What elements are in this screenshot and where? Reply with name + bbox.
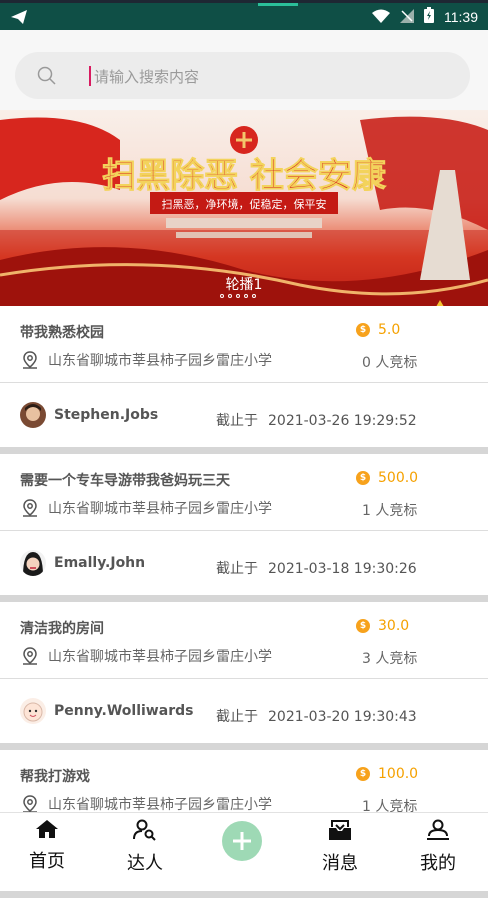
avatar [20,402,46,428]
task-card[interactable]: 清洁我的房间 $ 30.0 山东省聊城市莘县柿子园乡雷庄小学 3 人竞标 Pen… [0,602,488,750]
task-card[interactable]: 带我熟悉校园 $ 5.0 山东省聊城市莘县柿子园乡雷庄小学 0 人竞标 Step… [0,306,488,454]
tab-label: 首页 [29,851,65,872]
tab-mine[interactable]: 我的 [408,819,468,875]
bidder-count: 1 人竞标 [362,503,418,519]
message-inbox-icon [329,820,351,840]
coin-icon: $ [356,619,370,633]
location-pin-icon [23,499,37,517]
task-reward: $ 5.0 [356,322,400,338]
status-notch [258,3,298,6]
task-list: 带我熟悉校园 $ 5.0 山东省聊城市莘县柿子园乡雷庄小学 0 人竞标 Step… [0,306,488,898]
deadline-label: 截止于 [216,709,258,725]
task-card[interactable]: 需要一个专车导游带我爸妈玩三天 $ 500.0 山东省聊城市莘县柿子园乡雷庄小学… [0,454,488,602]
search-box[interactable] [15,52,470,99]
search-bar [0,30,488,110]
coin-icon: $ [356,767,370,781]
wifi-icon [372,8,390,27]
tab-experts[interactable]: 达人 [115,819,175,875]
tab-label: 达人 [127,853,163,874]
avatar [20,698,46,724]
location-pin-icon [23,795,37,813]
user-name: Stephen.Jobs [54,407,159,423]
task-reward: $ 100.0 [356,766,418,782]
task-reward: $ 500.0 [356,470,418,486]
search-icon [37,66,57,90]
card-divider [0,530,488,531]
battery-icon [424,7,434,27]
reward-value: 500.0 [378,470,419,486]
task-title: 需要一个专车导游带我爸妈玩三天 [20,473,230,489]
location-text: 山东省聊城市莘县柿子园乡雷庄小学 [48,649,272,665]
tab-label: 我的 [420,853,456,874]
deadline-value: 2021-03-20 19:30:43 [268,709,417,725]
card-divider [0,382,488,383]
send-icon [10,9,28,29]
deadline-label: 截止于 [216,413,258,429]
coin-icon: $ [356,471,370,485]
user-name: Emally.John [54,555,146,571]
signal-icon [400,8,414,27]
carousel-indicator [220,294,256,298]
tab-messages[interactable]: 消息 [310,819,370,875]
task-deadline: 截止于 2021-03-18 19:30:26 [216,558,417,578]
location-text: 山东省聊城市莘县柿子园乡雷庄小学 [48,501,272,517]
task-location: 山东省聊城市莘县柿子园乡雷庄小学 [22,498,272,518]
reward-value: 30.0 [378,618,410,634]
tab-label: 消息 [322,853,358,874]
deadline-value: 2021-03-18 19:30:26 [268,561,417,577]
task-title: 帮我打游戏 [20,769,90,785]
indicator-dot [220,294,224,298]
task-location: 山东省聊城市莘县柿子园乡雷庄小学 [22,794,272,814]
task-deadline: 截止于 2021-03-20 19:30:43 [216,706,417,726]
task-title: 带我熟悉校园 [20,325,104,341]
task-deadline: 截止于 2021-03-26 19:29:52 [216,410,417,430]
card-divider [0,678,488,679]
plus-icon [233,832,251,850]
user-name: Penny.Wolliwards [54,703,194,719]
bidder-count: 3 人竞标 [362,651,418,667]
indicator-dot [236,294,240,298]
tab-home[interactable]: 首页 [17,819,77,873]
bidder-count: 0 人竞标 [362,355,418,371]
reward-value: 5.0 [378,322,401,338]
home-icon [36,820,58,838]
task-publisher[interactable]: Stephen.Jobs [20,402,158,428]
location-pin-icon [23,351,37,369]
user-icon [427,819,449,840]
task-title: 清洁我的房间 [20,621,104,637]
indicator-dot [228,294,232,298]
task-location: 山东省聊城市莘县柿子园乡雷庄小学 [22,646,272,666]
coin-icon: $ [356,323,370,337]
add-task-button[interactable] [222,821,262,861]
banner-headline: 扫黑除恶 社会安康 [102,156,386,196]
avatar [20,550,46,576]
task-publisher[interactable]: Penny.Wolliwards [20,698,193,724]
bottom-tab-bar: 首页 达人 消息 我的 [0,812,488,878]
banner-caption: 轮播1 [225,277,263,293]
location-pin-icon [23,647,37,665]
deadline-value: 2021-03-26 19:29:52 [268,413,417,429]
deadline-label: 截止于 [216,561,258,577]
reward-value: 100.0 [378,766,419,782]
task-location: 山东省聊城市莘县柿子园乡雷庄小学 [22,350,272,370]
task-reward: $ 30.0 [356,618,409,634]
indicator-dot [252,294,256,298]
banner-carousel[interactable]: 扫黑除恶 社会安康 扫黑恶，净环境，促稳定，保平安 轮播1 [0,110,488,306]
task-publisher[interactable]: Emally.John [20,550,145,576]
user-search-icon [133,819,156,841]
location-text: 山东省聊城市莘县柿子园乡雷庄小学 [48,353,272,369]
text-cursor [89,66,91,86]
banner-slogan: 扫黑恶，净环境，促稳定，保平安 [162,197,327,211]
indicator-dot [244,294,248,298]
status-time: 11:39 [444,9,478,25]
search-input[interactable] [92,62,456,92]
status-bar: 11:39 [0,0,488,30]
location-text: 山东省聊城市莘县柿子园乡雷庄小学 [48,797,272,813]
